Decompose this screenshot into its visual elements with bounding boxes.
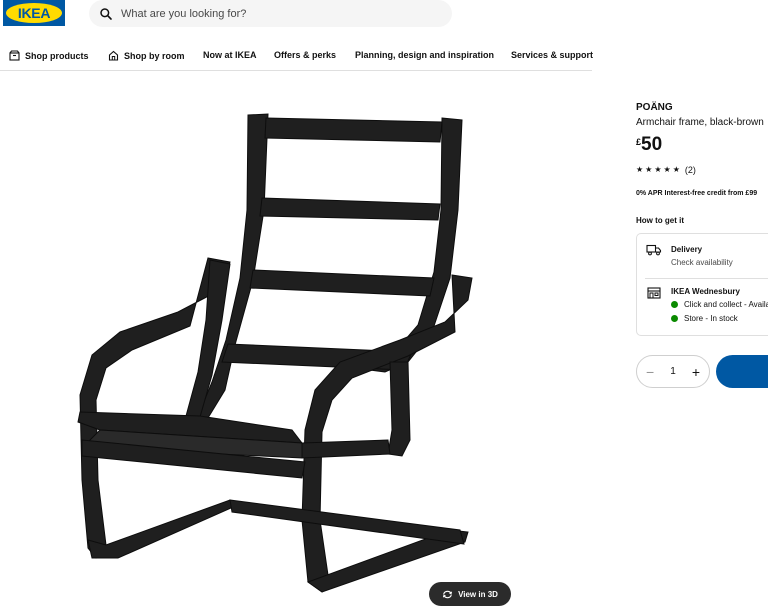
star-icon: ★ (636, 165, 644, 174)
price-amount: 50 (641, 134, 663, 155)
product-name[interactable]: POÄNG (636, 102, 673, 113)
nav-services[interactable]: Services & support (511, 50, 593, 60)
product-info-panel: POÄNG Armchair frame, black-brown £ 50 ★… (636, 0, 768, 615)
click-collect-text: Click and collect - Available (684, 300, 768, 309)
star-icon: ★ (645, 165, 653, 174)
search-bar[interactable] (89, 0, 452, 27)
nav-label: Planning, design and inspiration (355, 50, 495, 60)
nav-shop-by-room[interactable]: Shop by room (108, 50, 185, 61)
store-icon (647, 287, 661, 299)
main-nav: Shop products Shop by room Now at IKEA O… (0, 44, 593, 71)
rating-count: (2) (684, 165, 696, 175)
house-icon (108, 50, 119, 61)
store-name[interactable]: IKEA Wednesbury (671, 287, 740, 296)
apr-credit-text[interactable]: 0% APR Interest-free credit from £99 (636, 190, 757, 197)
view-in-3d-button[interactable]: View in 3D (429, 582, 511, 606)
box-icon (9, 50, 20, 61)
click-collect-status: Click and collect - Available (671, 300, 768, 309)
quantity-stepper: − 1 + (636, 355, 710, 388)
in-stock-dot (671, 301, 678, 308)
in-stock-dot (671, 315, 678, 322)
product-price: £ 50 (636, 134, 662, 156)
ikea-logo[interactable]: IKEA (3, 0, 65, 26)
nav-label: Now at IKEA (203, 50, 257, 60)
nav-offers-perks[interactable]: Offers & perks (274, 50, 336, 60)
availability-box: Delivery Check availability IKEA Wednesb… (636, 233, 768, 336)
truck-icon (646, 244, 662, 256)
nav-shop-products[interactable]: Shop products (9, 50, 89, 61)
divider (645, 278, 768, 279)
product-image[interactable] (40, 100, 540, 615)
view-in-3d-label: View in 3D (458, 589, 498, 599)
delivery-title: Delivery (671, 245, 703, 254)
nav-label: Offers & perks (274, 50, 337, 60)
star-icon: ★ (663, 165, 671, 174)
nav-label: Shop products (25, 50, 89, 61)
increase-quantity-button[interactable]: + (692, 365, 700, 379)
how-to-get-heading: How to get it (636, 216, 684, 225)
decrease-quantity-button[interactable]: − (646, 365, 654, 379)
search-input[interactable] (119, 6, 423, 21)
nav-label: Services & support (511, 50, 594, 60)
store-stock-text: Store - In stock (684, 314, 738, 323)
product-description: Armchair frame, black-brown (636, 117, 764, 128)
nav-label: Shop by room (124, 50, 185, 61)
star-icon: ★ (654, 165, 662, 174)
add-to-bag-button[interactable] (716, 355, 768, 388)
delivery-check-link[interactable]: Check availability (671, 258, 733, 267)
product-rating[interactable]: ★ ★ ★ ★ ★ (2) (636, 165, 696, 175)
star-icon: ★ (672, 165, 680, 174)
rotate-3d-icon (442, 590, 453, 598)
logo-text: IKEA (17, 5, 51, 21)
search-icon (99, 7, 113, 21)
rating-stars: ★ ★ ★ ★ ★ (636, 166, 680, 174)
logo-oval: IKEA (6, 3, 62, 23)
nav-planning[interactable]: Planning, design and inspiration (355, 50, 494, 60)
quantity-value[interactable]: 1 (670, 366, 676, 377)
store-stock-status: Store - In stock (671, 314, 738, 323)
nav-now-at-ikea[interactable]: Now at IKEA (203, 50, 257, 60)
